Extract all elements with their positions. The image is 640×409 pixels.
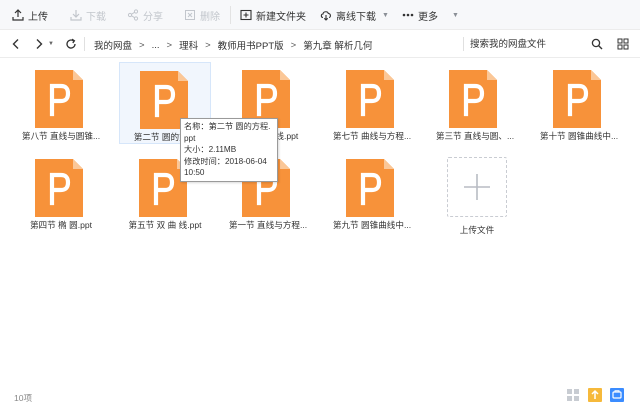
file-name: 第七节 曲线与方程... [332, 131, 412, 141]
download-label: 下载 [86, 11, 106, 23]
new-folder-icon [240, 9, 252, 21]
back-icon [12, 39, 19, 49]
breadcrumb-science[interactable]: 理科 [179, 38, 198, 52]
chevron-down-icon[interactable]: ▼ [382, 12, 389, 19]
search-icon[interactable] [591, 38, 603, 50]
chevron-down-icon[interactable]: ▼ [452, 12, 459, 19]
ppt-file-icon [553, 70, 601, 128]
new-folder-button[interactable]: 新建文件夹 [240, 7, 306, 23]
more-label: 更多 [418, 11, 438, 23]
chevron-down-icon: ▼ [48, 41, 54, 47]
history-dropdown[interactable]: ▼ [47, 37, 55, 51]
breadcrumb: 我的网盘 > ... > 理科 > 教师用书PPT版 > 第九章 解析几何 [94, 38, 373, 53]
upload-button[interactable]: 上传 [12, 7, 48, 23]
download-icon [70, 10, 82, 21]
breadcrumb-ellipsis[interactable]: ... [152, 40, 160, 51]
tooltip-name: 名称：第二节 圆的方程. [184, 122, 271, 131]
delete-button[interactable]: 删除 [184, 7, 220, 23]
path-bar: ▼ 我的网盘 > ... > 理科 > 教师用书PPT版 > 第九章 解析几何 [0, 30, 640, 58]
file-item[interactable]: 第八节 直线与圆锥... [15, 62, 107, 144]
ppt-file-icon [346, 159, 394, 217]
breadcrumb-separator: > [166, 39, 173, 51]
new-folder-label: 新建文件夹 [256, 11, 306, 23]
upload-file-label: 上传文件 [459, 225, 495, 235]
offline-download-label: 离线下载 [336, 11, 376, 23]
delete-icon [185, 10, 195, 20]
upload-file-tile[interactable] [447, 157, 507, 217]
upload-icon [12, 9, 24, 21]
file-name: 第三节 直线与圆、... [435, 131, 515, 141]
plus-icon [464, 174, 490, 200]
file-item[interactable]: 第七节 曲线与方程... [326, 62, 418, 144]
file-name: 第一节 直线与方程... [228, 220, 308, 230]
file-name: 第五节 双 曲 线.ppt [128, 220, 202, 230]
share-button[interactable]: 分享 [127, 7, 163, 23]
breadcrumb-root[interactable]: 我的网盘 [94, 38, 132, 52]
tooltip-modified: 修改时间：2018-06-04 [184, 156, 267, 166]
upload-arrow-icon[interactable] [588, 388, 602, 402]
ppt-file-icon [449, 70, 497, 128]
breadcrumb-separator: > [205, 39, 211, 51]
cloud-download-icon [320, 11, 331, 21]
grid-view-icon[interactable] [566, 388, 580, 402]
file-name: 第八节 直线与圆锥... [21, 131, 101, 141]
toolbar: 上传 下载 分享 删除 新建文件夹 离线下载 ▼ 更多 ▼ [0, 0, 640, 30]
file-item[interactable]: 第四节 椭 圆.ppt [15, 151, 107, 233]
file-name: 第四节 椭 圆.ppt [29, 220, 93, 230]
offline-download-button[interactable]: 离线下载 ▼ [320, 7, 389, 23]
tooltip-size: 大小：2.11MB [184, 145, 237, 154]
breadcrumb-separator: > [290, 39, 297, 51]
file-item[interactable]: 第九节 圆锥曲线中... [326, 151, 418, 233]
refresh-button[interactable] [64, 37, 78, 51]
forward-icon [36, 39, 43, 49]
forward-button[interactable] [32, 37, 46, 51]
upload-label: 上传 [28, 11, 48, 23]
share-label: 分享 [143, 11, 163, 23]
search-divider [463, 37, 464, 51]
download-button[interactable]: 下载 [70, 7, 106, 23]
file-item[interactable]: 第十节 圆锥曲线中... [533, 62, 625, 144]
delete-label: 删除 [200, 11, 220, 23]
more-icon [402, 13, 414, 17]
ppt-file-icon [35, 70, 83, 128]
search-input[interactable] [470, 37, 580, 51]
file-item[interactable]: 第三节 直线与圆、... [429, 62, 521, 144]
tooltip-name-ext: ppt [184, 133, 196, 143]
item-count: 10项 [14, 393, 33, 403]
ppt-file-icon [35, 159, 83, 217]
breadcrumb-current: 第九章 解析几何 [303, 41, 373, 52]
toolbar-divider [230, 6, 231, 24]
file-info-tooltip: 名称：第二节 圆的方程. ppt 大小：2.11MB 修改时间：2018-06-… [180, 118, 278, 182]
tooltip-modified-time: 10:50 [184, 168, 205, 177]
file-name: 第十节 圆锥曲线中... [539, 131, 619, 141]
grid-view-icon[interactable] [617, 38, 629, 50]
more-button[interactable]: 更多 ▼ [402, 7, 459, 23]
breadcrumb-separator: > [139, 39, 145, 51]
ppt-file-icon [346, 70, 394, 128]
file-name: 第九节 圆锥曲线中... [332, 220, 412, 230]
feedback-icon[interactable] [610, 388, 624, 402]
path-divider [84, 37, 85, 51]
refresh-icon [66, 38, 76, 49]
breadcrumb-teacher-ppt[interactable]: 教师用书PPT版 [218, 38, 284, 52]
share-icon [127, 9, 139, 21]
back-button[interactable] [9, 37, 23, 51]
